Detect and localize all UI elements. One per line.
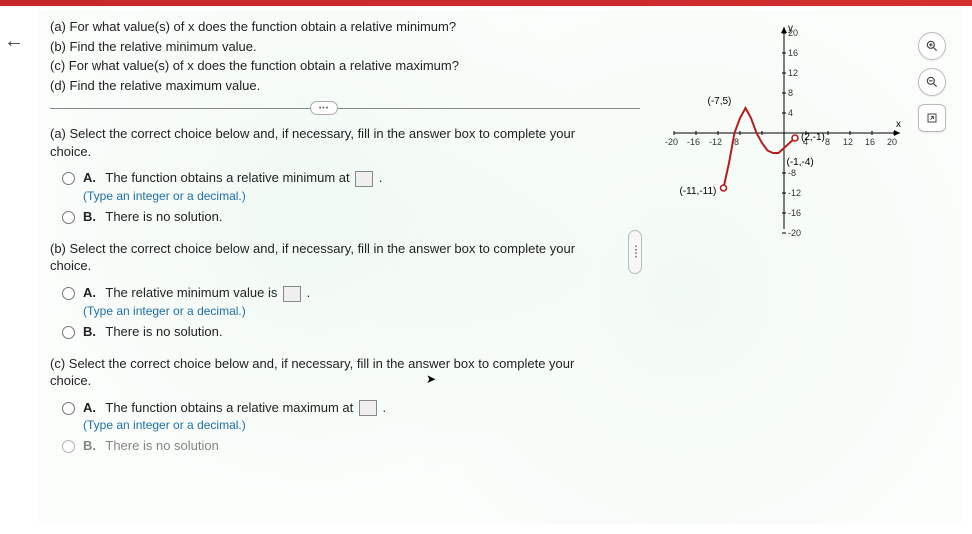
- choice-b-A: A. The relative minimum value is . (Type…: [62, 285, 640, 318]
- app-topbar: [0, 0, 972, 6]
- divider: •••: [50, 108, 640, 109]
- question-c: (c) For what value(s) of x does the func…: [50, 57, 640, 75]
- zoom-out-icon[interactable]: [918, 68, 946, 96]
- svg-text:16: 16: [788, 48, 798, 58]
- letter-A2: A.: [83, 285, 96, 300]
- svg-text:-20: -20: [665, 137, 678, 147]
- expand-pill-icon[interactable]: •••: [310, 101, 338, 115]
- choice-a-B: B. There is no solution.: [62, 209, 640, 224]
- svg-text:12: 12: [843, 137, 853, 147]
- answer-box-c[interactable]: [359, 400, 377, 416]
- graph-panel: xy-20-16-12-848121620-20-16-12-848121620…: [654, 18, 954, 258]
- svg-text:-16: -16: [687, 137, 700, 147]
- svg-text:-12: -12: [788, 188, 801, 198]
- vertical-drag-handle[interactable]: ••••: [628, 230, 642, 274]
- svg-text:(-11,-11): (-11,-11): [680, 186, 717, 197]
- svg-text:(-7,5): (-7,5): [708, 96, 732, 107]
- choice-b-B-text: There is no solution.: [105, 324, 222, 339]
- choice-b-B: B. There is no solution.: [62, 324, 640, 339]
- choices-b: A. The relative minimum value is . (Type…: [62, 285, 640, 339]
- choice-a-A-label[interactable]: A. The function obtains a relative minim…: [83, 170, 382, 203]
- svg-text:(2,-1): (2,-1): [801, 132, 825, 143]
- page-body: (a) For what value(s) of x does the func…: [38, 10, 962, 524]
- svg-text:x: x: [896, 119, 901, 130]
- letter-B: B.: [83, 209, 96, 224]
- popout-icon[interactable]: [918, 104, 946, 132]
- letter-A: A.: [83, 170, 96, 185]
- radio-b-B[interactable]: [62, 326, 75, 339]
- radio-b-A[interactable]: [62, 287, 75, 300]
- svg-text:8: 8: [788, 88, 793, 98]
- radio-c-A[interactable]: [62, 402, 75, 415]
- back-arrow-icon[interactable]: ←: [4, 30, 24, 53]
- svg-text:8: 8: [825, 137, 830, 147]
- radio-c-B[interactable]: [62, 440, 75, 453]
- graph-tools: [918, 32, 946, 132]
- choice-b-A-post: .: [307, 285, 311, 300]
- choice-c-A-label[interactable]: A. The function obtains a relative maxim…: [83, 400, 386, 433]
- choice-a-A-post: .: [379, 170, 383, 185]
- choice-c-A-pre: The function obtains a relative maximum …: [105, 400, 356, 415]
- svg-text:12: 12: [788, 68, 798, 78]
- choices-c: A. The function obtains a relative maxim…: [62, 400, 640, 454]
- choice-a-A: A. The function obtains a relative minim…: [62, 170, 640, 203]
- choice-c-A: A. The function obtains a relative maxim…: [62, 400, 640, 433]
- svg-text:-16: -16: [788, 208, 801, 218]
- letter-B2: B.: [83, 324, 96, 339]
- zoom-in-icon[interactable]: [918, 32, 946, 60]
- graph-svg: xy-20-16-12-848121620-20-16-12-848121620…: [654, 18, 914, 248]
- choice-a-B-text: There is no solution.: [105, 209, 222, 224]
- choice-c-B-text: There is no solution: [105, 438, 218, 453]
- svg-text:(-1,-4): (-1,-4): [787, 157, 814, 168]
- svg-text:20: 20: [887, 137, 897, 147]
- svg-text:16: 16: [865, 137, 875, 147]
- choice-a-B-label[interactable]: B. There is no solution.: [83, 209, 222, 224]
- hint-c: (Type an integer or a decimal.): [83, 418, 386, 432]
- radio-a-A[interactable]: [62, 172, 75, 185]
- choice-c-B-label[interactable]: B. There is no solution: [83, 438, 219, 453]
- answer-box-b[interactable]: [283, 286, 301, 302]
- prompt-a: (a) Select the correct choice below and,…: [50, 125, 610, 160]
- content-column: (a) For what value(s) of x does the func…: [50, 18, 640, 453]
- svg-text:4: 4: [788, 108, 793, 118]
- choice-c-B: B. There is no solution: [62, 438, 640, 453]
- answer-box-a[interactable]: [355, 171, 373, 187]
- svg-text:20: 20: [788, 28, 798, 38]
- svg-text:-20: -20: [788, 228, 801, 238]
- svg-text:-12: -12: [709, 137, 722, 147]
- choices-a: A. The function obtains a relative minim…: [62, 170, 640, 224]
- prompt-b: (b) Select the correct choice below and,…: [50, 240, 610, 275]
- letter-A3: A.: [83, 400, 96, 415]
- question-d: (d) Find the relative maximum value.: [50, 77, 640, 95]
- hint-b: (Type an integer or a decimal.): [83, 304, 310, 318]
- choice-b-B-label[interactable]: B. There is no solution.: [83, 324, 222, 339]
- letter-B3: B.: [83, 438, 96, 453]
- question-b: (b) Find the relative minimum value.: [50, 38, 640, 56]
- choice-b-A-pre: The relative minimum value is: [105, 285, 281, 300]
- hint-a: (Type an integer or a decimal.): [83, 189, 382, 203]
- choice-b-A-label[interactable]: A. The relative minimum value is . (Type…: [83, 285, 310, 318]
- choice-a-A-pre: The function obtains a relative minimum …: [105, 170, 353, 185]
- divider-line: [50, 108, 640, 109]
- svg-text:-8: -8: [788, 168, 796, 178]
- prompt-c: (c) Select the correct choice below and,…: [50, 355, 610, 390]
- choice-c-A-post: .: [382, 400, 386, 415]
- radio-a-B[interactable]: [62, 211, 75, 224]
- question-a: (a) For what value(s) of x does the func…: [50, 18, 640, 36]
- question-list: (a) For what value(s) of x does the func…: [50, 18, 640, 94]
